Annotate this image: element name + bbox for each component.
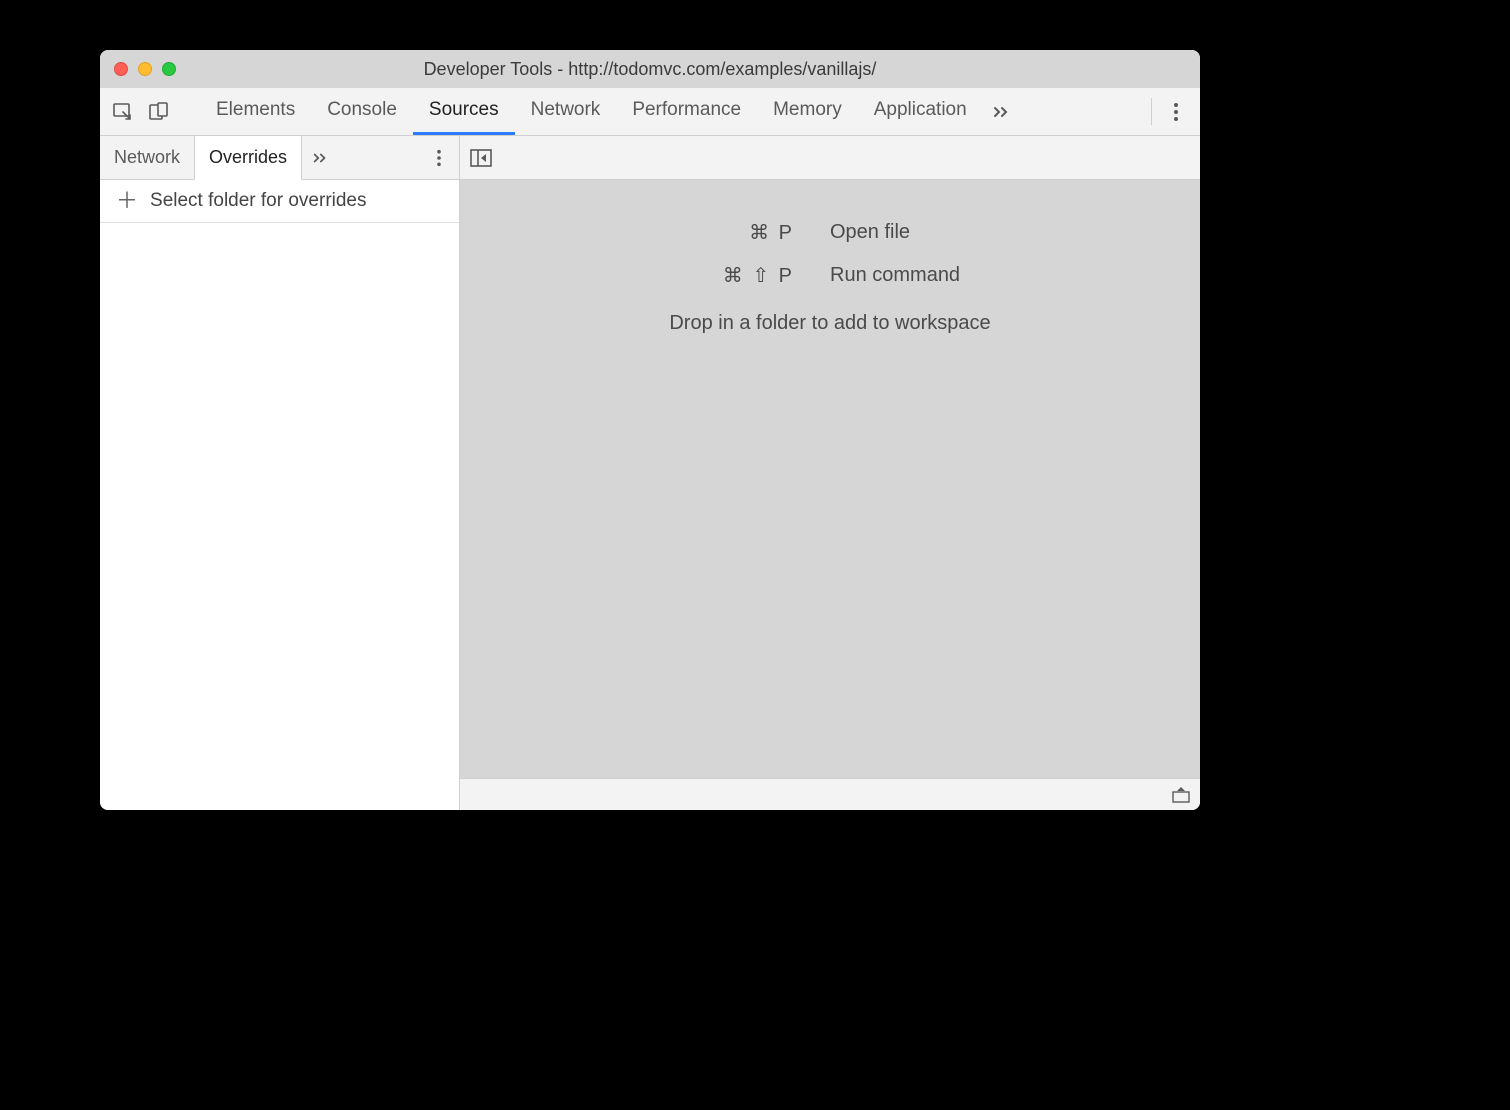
shortcut-row: ⌘ P Open file <box>570 220 1090 245</box>
editor-toolbar <box>460 136 1200 180</box>
divider <box>1151 98 1152 125</box>
minimize-window-button[interactable] <box>138 62 152 76</box>
shortcut-row: ⌘ ⇧ P Run command <box>570 263 1090 288</box>
main-tab-strip: Elements Console Sources Network Perform… <box>100 88 1200 136</box>
toolbar-left-icons <box>106 88 180 135</box>
tab-elements[interactable]: Elements <box>200 88 311 135</box>
workspace-drop-hint: Drop in a folder to add to workspace <box>669 312 990 335</box>
tab-memory[interactable]: Memory <box>757 88 858 135</box>
tab-label: Memory <box>773 99 842 121</box>
close-window-button[interactable] <box>114 62 128 76</box>
device-toolbar-icon[interactable] <box>148 101 170 123</box>
sidebar-menu-button[interactable] <box>419 136 459 179</box>
tab-label: Sources <box>429 99 499 121</box>
tab-overflow-button[interactable] <box>983 88 1019 135</box>
toggle-navigator-icon[interactable] <box>470 149 492 167</box>
tab-application[interactable]: Application <box>858 88 983 135</box>
editor-footer <box>460 778 1200 810</box>
window-title: Developer Tools - http://todomvc.com/exa… <box>100 59 1200 80</box>
sidebar-tab-network[interactable]: Network <box>100 136 194 179</box>
editor-pane: ⌘ P Open file ⌘ ⇧ P Run command Drop in … <box>460 136 1200 810</box>
devtools-window: Developer Tools - http://todomvc.com/exa… <box>100 50 1200 810</box>
tab-label: Application <box>874 99 967 121</box>
sidebar-tab-strip: Network Overrides <box>100 136 459 180</box>
sidebar-tab-overflow-button[interactable] <box>302 136 338 179</box>
select-folder-for-overrides-button[interactable]: ＋ Select folder for overrides <box>100 180 459 223</box>
sidebar-tab-overrides[interactable]: Overrides <box>194 136 302 180</box>
main-tablist: Elements Console Sources Network Perform… <box>200 88 983 135</box>
tab-console[interactable]: Console <box>311 88 413 135</box>
shortcut-label: Run command <box>830 264 1090 287</box>
tab-label: Elements <box>216 99 295 121</box>
tab-network[interactable]: Network <box>515 88 617 135</box>
tab-performance[interactable]: Performance <box>616 88 757 135</box>
traffic-lights <box>100 62 176 76</box>
shortcut-keys: ⌘ ⇧ P <box>570 263 830 288</box>
select-folder-label: Select folder for overrides <box>150 190 367 212</box>
shortcut-label: Open file <box>830 221 1090 244</box>
editor-empty-state: ⌘ P Open file ⌘ ⇧ P Run command Drop in … <box>460 180 1200 778</box>
zoom-window-button[interactable] <box>162 62 176 76</box>
tab-label: Network <box>114 147 180 168</box>
settings-menu-button[interactable] <box>1158 88 1194 135</box>
shortcut-keys: ⌘ P <box>570 220 830 245</box>
tab-label: Network <box>531 99 601 121</box>
tab-sources[interactable]: Sources <box>413 88 515 135</box>
sidebar: Network Overrides ＋ Select folder for ov… <box>100 136 460 810</box>
tab-label: Overrides <box>209 147 287 168</box>
tab-label: Console <box>327 99 397 121</box>
content-area: Network Overrides ＋ Select folder for ov… <box>100 136 1200 810</box>
inspect-element-icon[interactable] <box>112 101 134 123</box>
console-drawer-toggle-icon[interactable] <box>1172 787 1190 803</box>
titlebar: Developer Tools - http://todomvc.com/exa… <box>100 50 1200 88</box>
plus-icon: ＋ <box>116 190 138 212</box>
tab-label: Performance <box>632 99 741 121</box>
